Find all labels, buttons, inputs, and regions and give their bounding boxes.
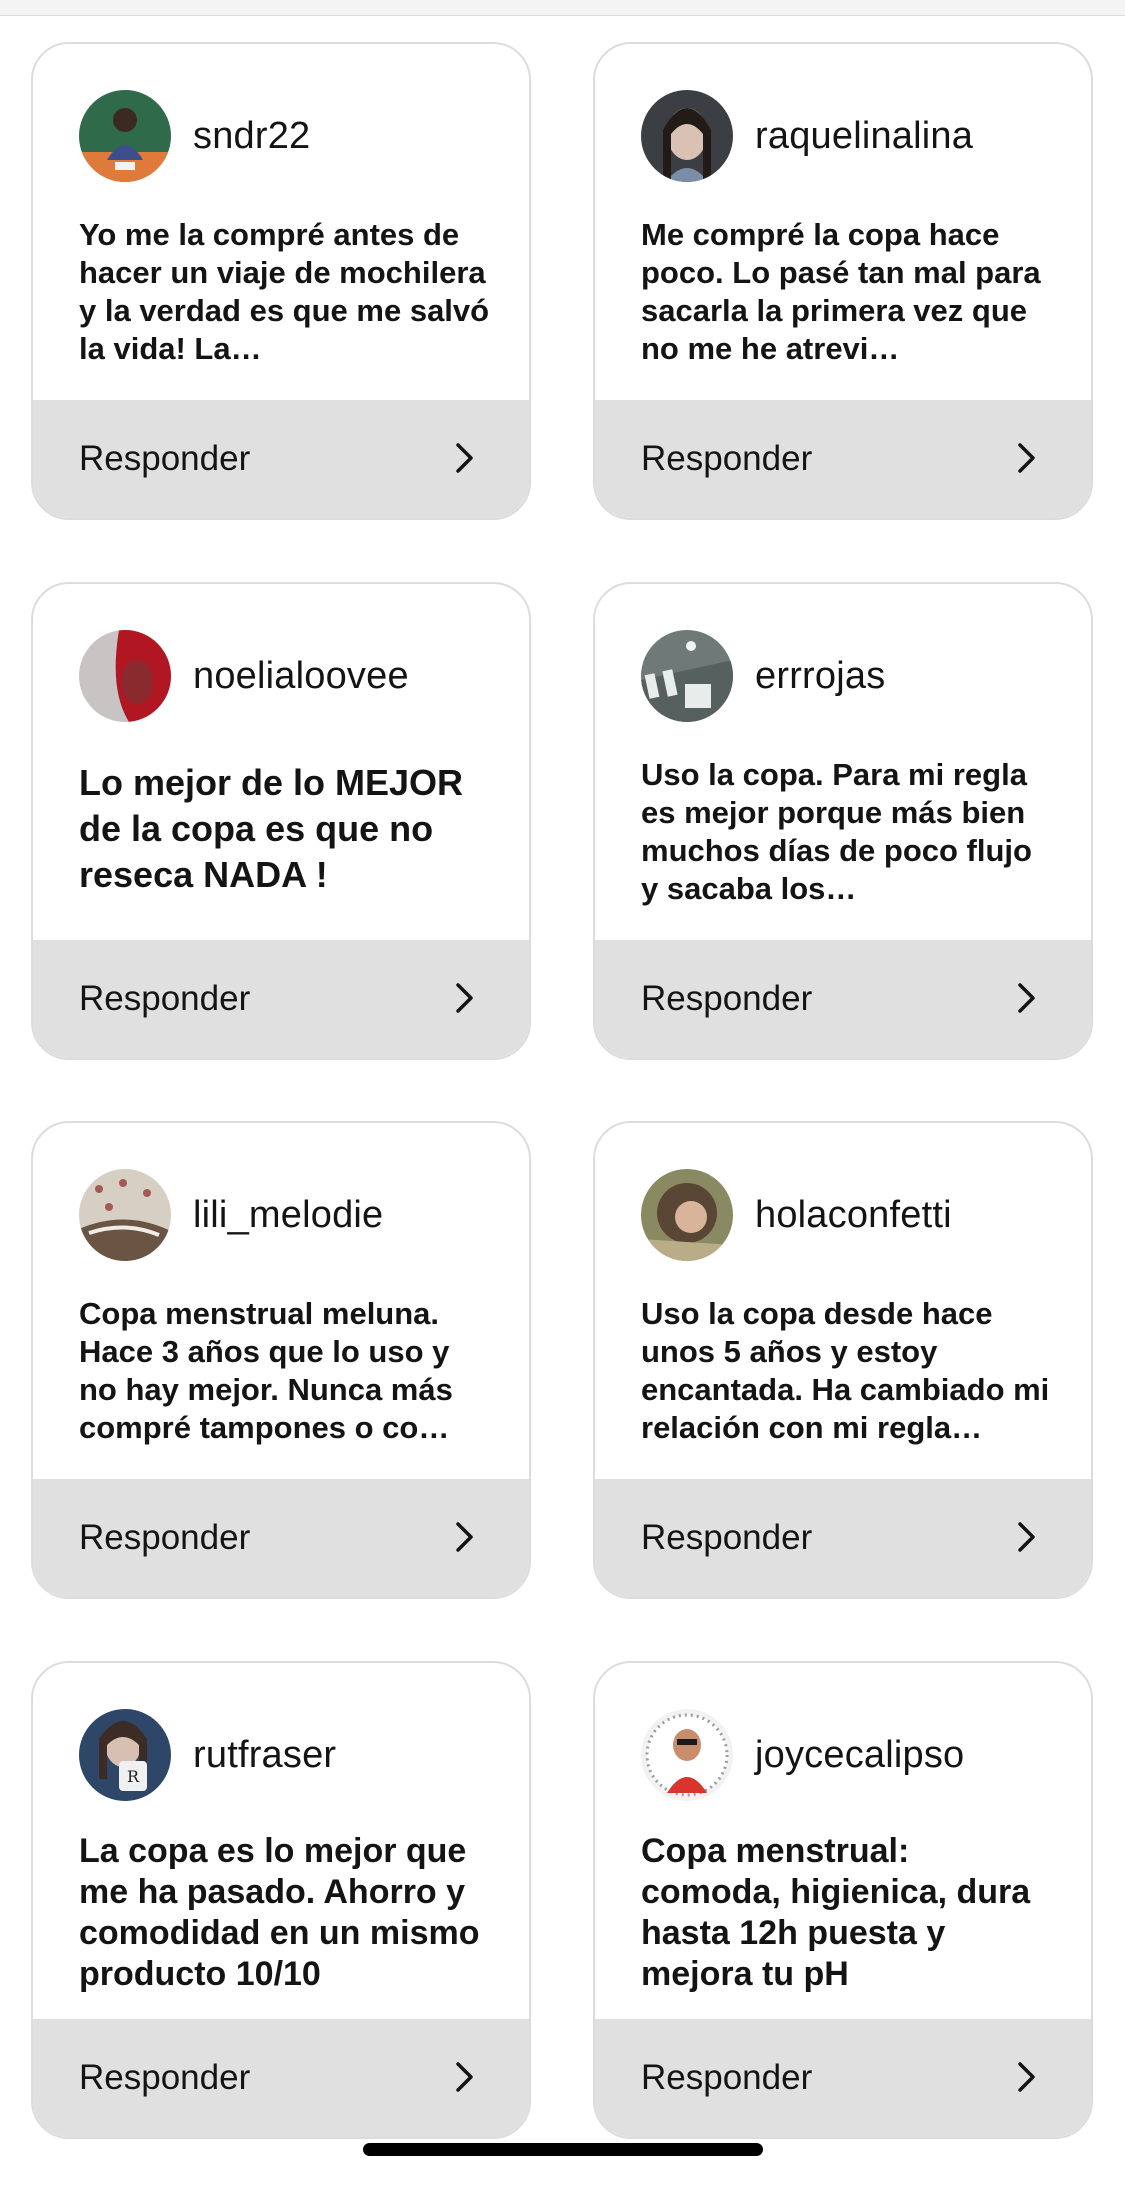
response-text: La copa es lo mejor que me ha pasado. Ah… <box>79 1832 480 1993</box>
username[interactable]: raquelinalina <box>755 114 973 158</box>
chevron-right-icon <box>1018 443 1035 473</box>
response-text: Yo me la compré antes de hacer un viaje … <box>79 217 490 366</box>
chevron-right-icon <box>456 2062 473 2092</box>
username[interactable]: holaconfetti <box>755 1193 952 1237</box>
reply-button[interactable]: Responder <box>595 2019 1091 2137</box>
response-text: Uso la copa desde hace unos 5 años y est… <box>641 1296 1050 1445</box>
avatar-photo-icon <box>79 630 171 722</box>
response-grid: sndr22 Yo me la compré antes de hacer un… <box>0 0 1125 2187</box>
reply-button[interactable]: Responder <box>595 1479 1091 1597</box>
avatar[interactable] <box>79 90 171 182</box>
avatar[interactable] <box>641 1169 733 1261</box>
reply-button[interactable]: Responder <box>33 940 529 1058</box>
reply-label: Responder <box>641 439 813 478</box>
response-text: Uso la copa. Para mi regla es mejor porq… <box>641 757 1032 906</box>
chevron-right-icon <box>456 983 473 1013</box>
response-card[interactable]: noelialoovee Lo mejor de lo MEJOR de la … <box>31 582 531 1060</box>
reply-label: Responder <box>79 1518 251 1557</box>
reply-label: Responder <box>641 2058 813 2097</box>
response-card[interactable]: R rutfraser La copa es lo mejor que me h… <box>31 1661 531 2139</box>
reply-label: Responder <box>641 1518 813 1557</box>
reply-label: Responder <box>79 439 251 478</box>
avatar[interactable] <box>79 630 171 722</box>
reply-button[interactable]: Responder <box>33 2019 529 2137</box>
username[interactable]: errrojas <box>755 654 885 698</box>
avatar-photo-icon <box>79 1169 171 1261</box>
response-text: Me compré la copa hace poco. Lo pasé tan… <box>641 217 1041 366</box>
avatar-photo-icon <box>641 1169 733 1261</box>
reply-button[interactable]: Responder <box>33 400 529 518</box>
username[interactable]: rutfraser <box>193 1733 336 1777</box>
avatar[interactable] <box>641 630 733 722</box>
chevron-right-icon <box>1018 983 1035 1013</box>
avatar[interactable] <box>641 90 733 182</box>
response-text: Copa menstrual: comoda, higienica, dura … <box>641 1832 1031 1993</box>
avatar-photo-icon <box>79 90 171 182</box>
response-card[interactable]: holaconfetti Uso la copa desde hace unos… <box>593 1121 1093 1599</box>
reply-label: Responder <box>79 979 251 1018</box>
chevron-right-icon <box>1018 2062 1035 2092</box>
response-card[interactable]: raquelinalina Me compré la copa hace poc… <box>593 42 1093 520</box>
username[interactable]: lili_melodie <box>193 1193 383 1237</box>
response-card[interactable]: joycecalipso Copa menstrual: comoda, hig… <box>593 1661 1093 2139</box>
avatar-photo-icon <box>641 90 733 182</box>
reply-button[interactable]: Responder <box>595 400 1091 518</box>
chevron-right-icon <box>1018 1522 1035 1552</box>
chevron-right-icon <box>456 1522 473 1552</box>
avatar-photo-icon <box>641 1709 733 1801</box>
response-card[interactable]: sndr22 Yo me la compré antes de hacer un… <box>31 42 531 520</box>
home-indicator[interactable] <box>363 2143 763 2156</box>
response-text: Copa menstrual meluna. Hace 3 años que l… <box>79 1296 453 1445</box>
avatar[interactable] <box>641 1709 733 1801</box>
svg-text:R: R <box>127 1767 140 1786</box>
username[interactable]: noelialoovee <box>193 654 409 698</box>
reply-label: Responder <box>79 2058 251 2097</box>
reply-button[interactable]: Responder <box>33 1479 529 1597</box>
reply-button[interactable]: Responder <box>595 940 1091 1058</box>
response-text: Lo mejor de lo MEJOR de la copa es que n… <box>79 762 464 895</box>
chevron-right-icon <box>456 443 473 473</box>
avatar[interactable]: R <box>79 1709 171 1801</box>
username[interactable]: sndr22 <box>193 114 310 158</box>
response-card[interactable]: lili_melodie Copa menstrual meluna. Hace… <box>31 1121 531 1599</box>
response-card[interactable]: errrojas Uso la copa. Para mi regla es m… <box>593 582 1093 1060</box>
avatar[interactable] <box>79 1169 171 1261</box>
avatar-photo-icon: R <box>79 1709 171 1801</box>
username[interactable]: joycecalipso <box>755 1733 964 1777</box>
avatar-photo-icon <box>641 630 733 722</box>
reply-label: Responder <box>641 979 813 1018</box>
